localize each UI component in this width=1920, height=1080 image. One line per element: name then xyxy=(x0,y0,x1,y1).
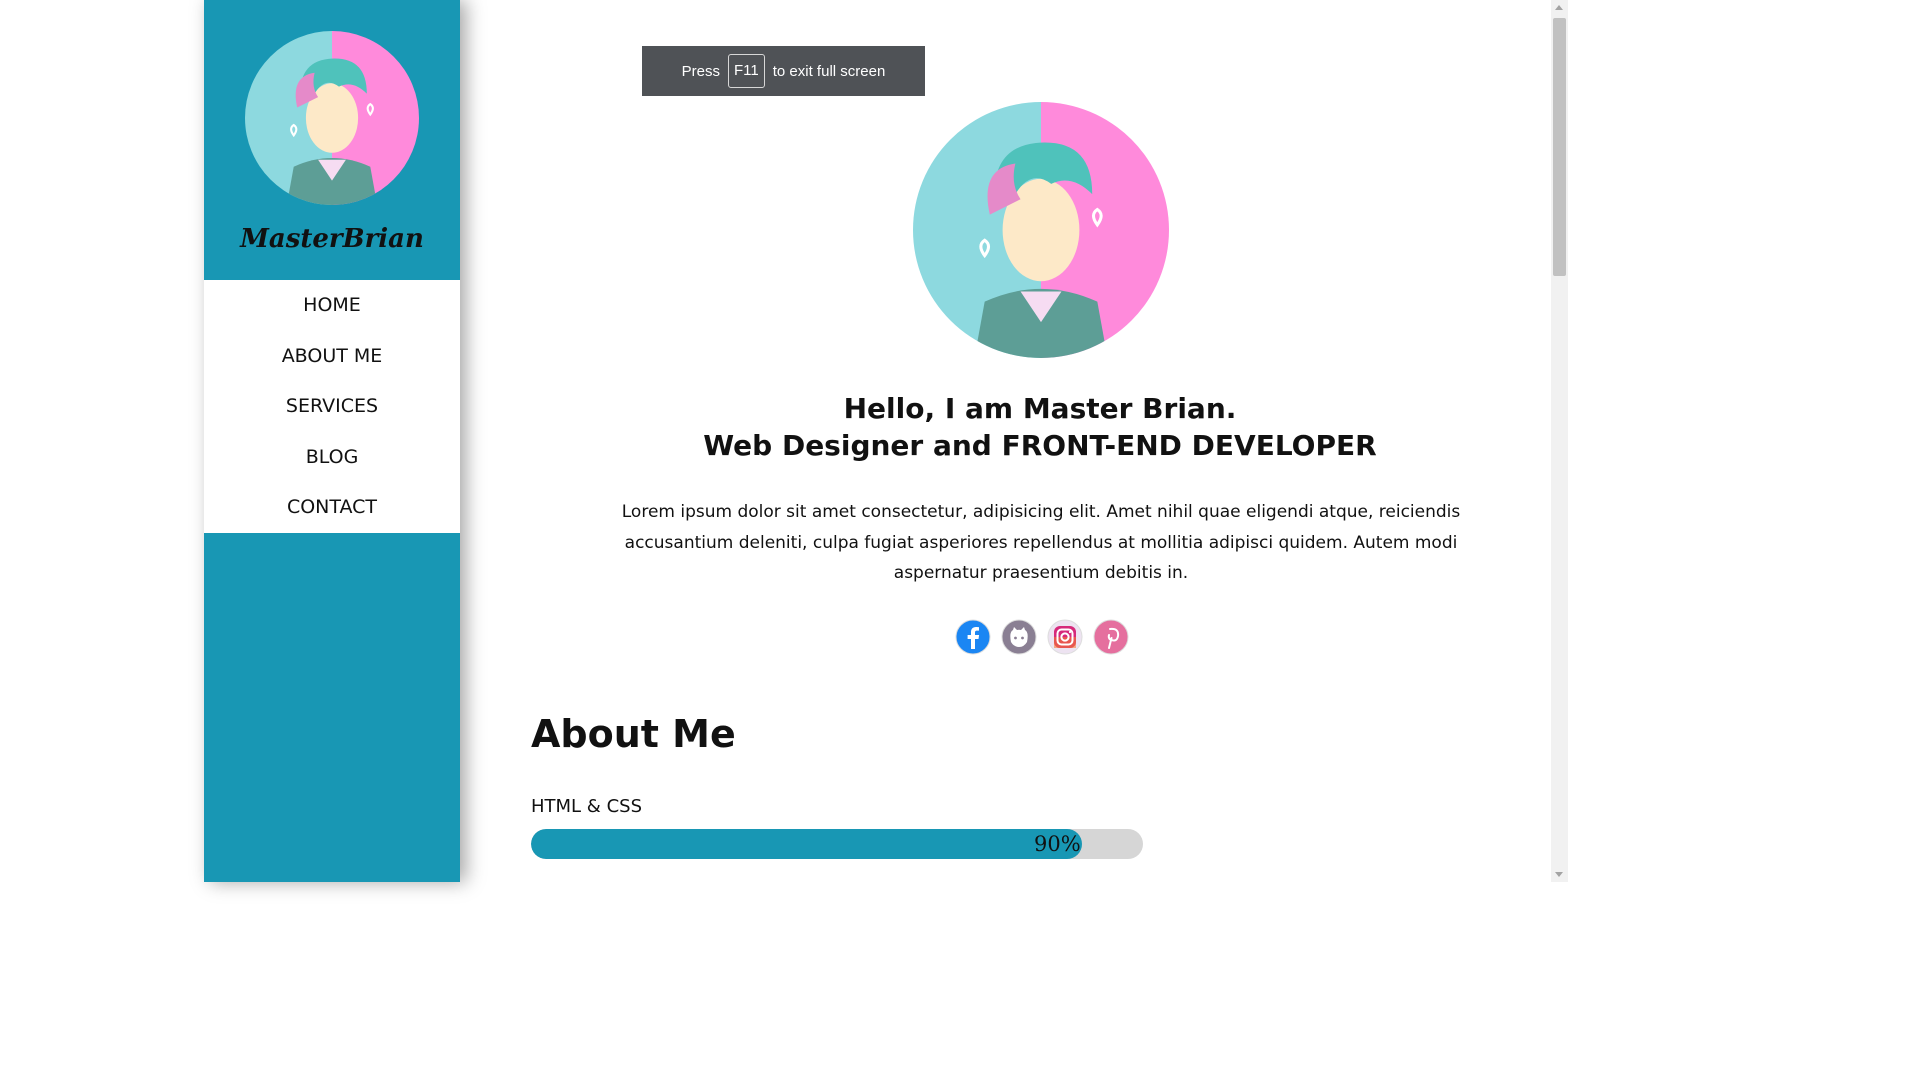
about-heading: About Me xyxy=(531,712,736,756)
toast-suffix-text: to exit full screen xyxy=(772,62,886,80)
scrollbar-thumb[interactable] xyxy=(1553,18,1566,276)
github-icon[interactable] xyxy=(1000,618,1038,656)
pinterest-icon[interactable] xyxy=(1092,618,1130,656)
sidebar: MasterBrian HOME ABOUT ME SERVICES BLOG … xyxy=(204,0,460,882)
skill-percent: 90% xyxy=(1034,832,1081,856)
nav-item-contact[interactable]: CONTACT xyxy=(204,482,460,533)
skill-progress-bar: 90% xyxy=(531,829,1143,859)
toast-press-text: Press xyxy=(681,62,721,80)
brand-name[interactable]: MasterBrian xyxy=(204,224,460,254)
page-scrollbar[interactable] xyxy=(1551,0,1568,882)
skill-label: HTML & CSS xyxy=(531,796,642,817)
nav-item-blog[interactable]: BLOG xyxy=(204,432,460,483)
facebook-icon[interactable] xyxy=(954,618,992,656)
toast-key: F11 xyxy=(728,54,765,88)
nav-item-home[interactable]: HOME xyxy=(204,280,460,331)
hero-line-1: Hello, I am Master Brian. xyxy=(843,392,1237,425)
sidebar-avatar-icon[interactable] xyxy=(245,31,419,205)
scroll-up-icon[interactable] xyxy=(1555,5,1563,10)
hero-heading: Hello, I am Master Brian. Web Designer a… xyxy=(560,390,1520,464)
instagram-icon[interactable] xyxy=(1046,618,1084,656)
hero-intro: Lorem ipsum dolor sit amet consectetur, … xyxy=(621,502,1461,583)
hero-avatar-icon xyxy=(913,102,1169,358)
fullscreen-toast: Press F11 to exit full screen xyxy=(642,46,925,96)
scroll-down-icon[interactable] xyxy=(1555,872,1563,877)
skill-progress-fill xyxy=(531,829,1082,859)
nav-item-about-me[interactable]: ABOUT ME xyxy=(204,331,460,382)
social-links xyxy=(954,618,1130,658)
main-nav: HOME ABOUT ME SERVICES BLOG CONTACT xyxy=(204,280,460,533)
hero-line-2: Web Designer and FRONT-END DEVELOPER xyxy=(703,429,1377,462)
nav-item-services[interactable]: SERVICES xyxy=(204,381,460,432)
